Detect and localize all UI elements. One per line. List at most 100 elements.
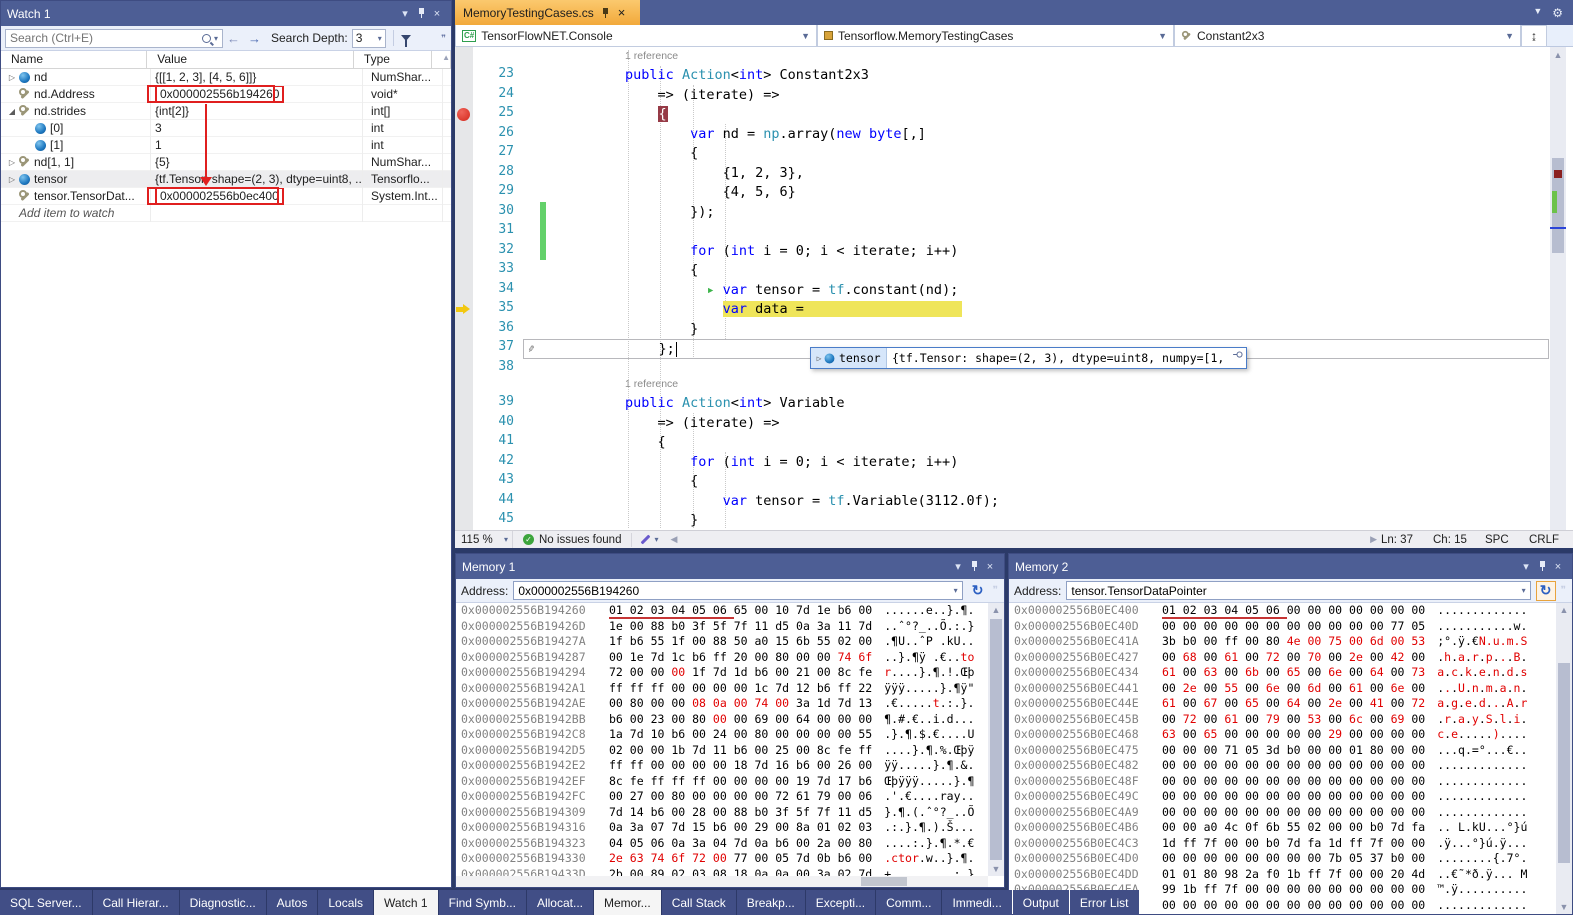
pin-icon[interactable] — [413, 6, 429, 22]
breakpoint-margin[interactable] — [455, 164, 473, 184]
expander-icon[interactable]: ▷ — [5, 175, 19, 184]
breakpoint-margin[interactable] — [455, 414, 473, 434]
filter-icon[interactable] — [401, 35, 411, 41]
toolbar-overflow-icon[interactable]: ❞ — [993, 585, 999, 596]
scroll-down-icon[interactable]: ▼ — [1556, 902, 1572, 912]
address-dropdown-icon[interactable]: ▾ — [950, 586, 962, 595]
memory-bytes[interactable]: 2e 63 74 6f 72 00 77 00 05 7d 0b b6 00 — [609, 851, 872, 867]
memory-row[interactable]: 0x000002556B0EC4A900 00 00 00 00 00 00 0… — [1014, 805, 1555, 821]
scroll-right-icon[interactable]: ▶ — [1370, 534, 1377, 545]
watch-row[interactable]: ▷tensor{tf.Tensor: shape=(2, 3), dtype=u… — [1, 171, 451, 188]
scroll-up-icon[interactable]: ▲ — [988, 605, 1004, 615]
tab-memorytestingcases[interactable]: MemoryTestingCases.cs × — [455, 0, 640, 25]
split-window-button[interactable]: ↨ — [1521, 25, 1547, 47]
memory-bytes[interactable]: 00 00 00 00 00 00 00 00 00 00 00 00 00 — [1162, 758, 1425, 774]
memory-bytes[interactable]: 00 1e 7d 1c b6 ff 20 00 80 00 00 74 6f — [609, 650, 872, 666]
memory-row[interactable]: 0x000002556B1942E2ff ff 00 00 00 00 18 7… — [461, 758, 987, 774]
tool-tab-error-list[interactable]: Error List — [1070, 890, 1139, 915]
code-line[interactable]: 43{ — [455, 472, 1573, 492]
memory-bytes[interactable]: 1a 7d 10 b6 00 24 00 80 00 00 00 00 55 — [609, 727, 872, 743]
memory-bytes[interactable]: 61 00 63 00 6b 00 65 00 6e 00 64 00 73 — [1162, 665, 1425, 681]
memory-bytes[interactable]: 99 1b ff 7f 00 00 00 00 00 00 00 00 00 — [1162, 882, 1425, 898]
memory-bytes[interactable]: 0a 3a 07 7d 15 b6 00 29 00 8a 01 02 03 — [609, 820, 872, 836]
memory-row[interactable]: 0x000002556B1942AE00 80 00 00 08 0a 00 7… — [461, 696, 987, 712]
memory-bytes[interactable]: 00 00 a0 4c 0f 6b 55 02 00 00 b0 7d fa — [1162, 820, 1425, 836]
memory-bytes[interactable]: 00 00 00 00 00 00 00 00 00 00 00 00 00 — [1162, 789, 1425, 805]
code-line[interactable]: 35var data = — [455, 300, 1573, 320]
memory-row[interactable]: 0x000002556B19432304 05 06 0a 3a 04 7d 0… — [461, 836, 987, 852]
document-health[interactable]: ✓ No issues found — [513, 534, 631, 546]
debugger-datatip[interactable]: ▷ tensor {tf.Tensor: shape=(2, 3), dtype… — [810, 347, 1247, 369]
memory-bytes[interactable]: 1f b6 55 1f 00 88 50 a0 15 6b 55 02 00 — [609, 634, 872, 650]
memory-row[interactable]: 0x000002556B0EC48200 00 00 00 00 00 00 0… — [1014, 758, 1555, 774]
memory-bytes[interactable]: 00 00 00 00 00 00 00 00 00 00 00 77 05 — [1162, 619, 1425, 635]
memory1-address-input[interactable] — [514, 584, 949, 598]
tool-tab-output[interactable]: Output — [1013, 890, 1069, 915]
code-line[interactable]: 36} — [455, 320, 1573, 340]
memory-bytes[interactable]: 3b b0 00 ff 00 80 4e 00 75 00 6d 00 53 — [1162, 634, 1425, 650]
search-depth-select[interactable]: 3▾ — [352, 29, 386, 48]
memory-bytes[interactable]: 00 00 00 71 05 3d b0 00 00 01 80 00 00 — [1162, 743, 1425, 759]
search-input[interactable] — [10, 31, 202, 45]
code-line[interactable]: 42for (int i = 0; i < iterate; i++) — [455, 453, 1573, 473]
code-line[interactable]: 32for (int i = 0; i < iterate; i++) — [455, 242, 1573, 262]
scroll-down-icon[interactable]: ▼ — [988, 864, 1004, 874]
toolbar-overflow-icon[interactable]: ❞ — [1561, 585, 1567, 596]
memory-row[interactable]: 0x000002556B0EC4B600 00 a0 4c 0f 6b 55 0… — [1014, 820, 1555, 836]
code-line[interactable]: 44var tensor = tf.Variable(3112.0f); — [455, 492, 1573, 512]
tool-tab-call-stack[interactable]: Call Stack — [662, 890, 736, 915]
memory2-address-input[interactable] — [1067, 584, 1517, 598]
memory-row[interactable]: 0x000002556B0EC42700 68 00 61 00 72 00 7… — [1014, 650, 1555, 666]
breakpoint-margin[interactable] — [455, 222, 473, 242]
address-dropdown-icon[interactable]: ▾ — [1518, 586, 1530, 595]
watch-row[interactable]: Add item to watch — [1, 205, 451, 222]
memory-row[interactable]: 0x000002556B0EC45B00 72 00 61 00 79 00 5… — [1014, 712, 1555, 728]
watch-value[interactable]: {tf.Tensor: shape=(2, 3), dtype=uint8, .… — [155, 172, 363, 186]
memory-bytes[interactable]: 8c fe ff ff ff 00 00 00 00 19 7d 17 b6 — [609, 774, 872, 790]
memory-row[interactable]: 0x000002556B0EC4C31d ff 7f 00 00 b0 7d f… — [1014, 836, 1555, 852]
code-line[interactable]: 33{ — [455, 261, 1573, 281]
memory1-scrollbar[interactable]: ▲ ▼ — [988, 603, 1004, 876]
memory-row[interactable]: 0x000002556B0EC40001 02 03 04 05 06 00 0… — [1014, 603, 1555, 619]
pin-icon[interactable] — [1534, 559, 1550, 575]
code-line[interactable]: 41{ — [455, 433, 1573, 453]
watch-row[interactable]: nd.Address0x000002556b194260void* — [1, 86, 451, 103]
breakpoint-margin[interactable] — [455, 511, 473, 530]
gear-icon[interactable]: ⚙ — [1552, 6, 1563, 20]
memory1-hex-view[interactable]: 0x000002556B19426001 02 03 04 05 06 65 0… — [461, 603, 987, 887]
column-type[interactable]: Type — [354, 51, 432, 68]
pin-icon[interactable] — [966, 559, 982, 575]
breakpoint-margin[interactable] — [455, 261, 473, 281]
memory-bytes[interactable]: 00 27 00 80 00 00 00 00 72 61 79 00 06 — [609, 789, 872, 805]
memory-bytes[interactable]: 00 00 00 00 00 00 00 00 00 00 00 00 00 — [1162, 898, 1425, 914]
memory2-titlebar[interactable]: Memory 2 ▾ × — [1009, 554, 1572, 579]
memory-row[interactable]: 0x000002556B0EC4DD01 01 80 98 2a f0 1b f… — [1014, 867, 1555, 883]
tool-tab-autos[interactable]: Autos — [267, 890, 318, 915]
horizontal-scrollbar[interactable]: ◀ ▶ — [666, 531, 1381, 548]
memory-row[interactable]: 0x000002556B19427A1f b6 55 1f 00 88 50 a… — [461, 634, 987, 650]
memory-bytes[interactable]: ff ff 00 00 00 00 18 7d 16 b6 00 26 00 — [609, 758, 872, 774]
scrollbar-thumb[interactable] — [861, 877, 907, 886]
breakpoint-margin[interactable] — [455, 300, 473, 320]
breakpoint-margin[interactable] — [455, 320, 473, 340]
memory-row[interactable]: 0x000002556B1943160a 3a 07 7d 15 b6 00 2… — [461, 820, 987, 836]
tool-tab-find-symb[interactable]: Find Symb... — [439, 890, 526, 915]
window-menu-icon[interactable]: ▾ — [1518, 560, 1534, 573]
memory-bytes[interactable]: 00 68 00 61 00 72 00 70 00 2e 00 42 00 — [1162, 650, 1425, 666]
breakpoint-margin[interactable] — [455, 394, 473, 414]
watch-value[interactable]: {int[2]} — [155, 104, 189, 118]
search-forward-icon[interactable]: → — [248, 31, 261, 46]
window-menu-icon[interactable]: ▾ — [950, 560, 966, 573]
watch-value[interactable]: 1 — [155, 138, 162, 152]
breakpoint-margin[interactable] — [455, 359, 473, 379]
memory-bytes[interactable]: 02 00 00 1b 7d 11 b6 00 25 00 8c fe ff — [609, 743, 872, 759]
memory2-scrollbar[interactable]: ▲ ▼ — [1556, 603, 1572, 914]
memory-row[interactable]: 0x000002556B1942C81a 7d 10 b6 00 24 00 8… — [461, 727, 987, 743]
member-dropdown[interactable]: Constant2x3▼ — [1174, 25, 1521, 47]
watch-titlebar[interactable]: Watch 1 ▾ × — [1, 1, 451, 26]
column-name[interactable]: Name — [1, 51, 147, 68]
refresh-icon[interactable]: ↻ — [968, 581, 988, 601]
memory-bytes[interactable]: 7d 14 b6 00 28 00 88 b0 3f 5f 7f 11 d5 — [609, 805, 872, 821]
code-area[interactable]: 1 reference23public Action<int> Constant… — [455, 47, 1573, 530]
memory-row[interactable]: 0x000002556B0EC44E61 00 67 00 65 00 64 0… — [1014, 696, 1555, 712]
